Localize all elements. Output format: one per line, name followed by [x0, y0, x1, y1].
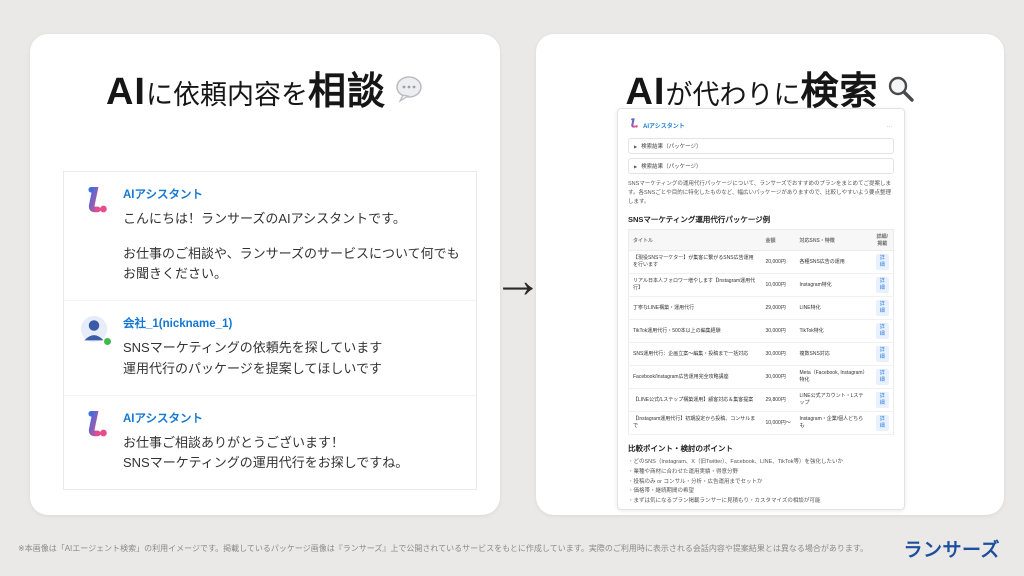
col-detail: 詳細/掲載: [872, 230, 894, 251]
message-text: こんにちは！ランサーズのAIアシスタントです。: [123, 209, 460, 229]
bullet-item: まずは気になるプラン掲載ランサーに見積もり・カスタマイズの相談が可能: [628, 497, 894, 507]
pkg-price: 10,000円～: [762, 412, 796, 435]
pkg-title: SNS運用代行：企画立案～編集・投稿まで一括対応: [629, 343, 762, 366]
pkg-title: Facebook/Instagram広告運用完全攻略講座: [629, 366, 762, 389]
pkg-price: 29,000円: [762, 297, 796, 320]
table-row: リアル日本人フォロワー増やします【Instagram運用代行】 10,000円 …: [629, 274, 894, 297]
pkg-title: TikTok運用代行・500本以上の編集経験: [629, 320, 762, 343]
compare-bullet-list: どのSNS（Instagram、X（旧Twitter）、Facebook、LIN…: [628, 458, 894, 506]
detail-link[interactable]: 詳細: [876, 277, 890, 293]
package-table: タイトル 金額 対応SNS・特徴 詳細/掲載 【現役SNSマーケター】が集客に繋…: [628, 229, 894, 435]
chat-message-assistant-1: AIアシスタント こんにちは！ランサーズのAIアシスタントです。 お仕事のご相談…: [64, 172, 476, 300]
bullet-item: 価格帯・継続期間の希望: [628, 487, 894, 497]
consult-panel: AIに依頼内容を相談 AIアシスタント こんにちは！ランサーズのAIアシスタント…: [30, 34, 500, 515]
col-price: 金額: [762, 230, 796, 251]
table-row: 丁寧なLINE構築・運用代行 29,000円 LINE特化 詳細: [629, 297, 894, 320]
table-row: TikTok運用代行・500本以上の編集経験 30,000円 TikTok特化 …: [629, 320, 894, 343]
table-row: 【現役SNSマーケター】が集客に繋がるSNS広告運用を行います 20,000円 …: [629, 251, 894, 274]
pkg-feature: LINE公式アカウント・Lステップ: [796, 389, 872, 412]
pkg-title: 丁寧なLINE構築・運用代行: [629, 297, 762, 320]
pkg-price: 29,800円: [762, 389, 796, 412]
detail-link[interactable]: 詳細: [876, 415, 890, 431]
consult-panel-title: AIに依頼内容を相談: [30, 60, 500, 115]
title-verb: 相談: [308, 60, 386, 115]
detail-link[interactable]: 詳細: [876, 369, 890, 385]
detail-link[interactable]: 詳細: [876, 254, 890, 270]
col-feature: 対応SNS・特徴: [796, 230, 872, 251]
col-title: タイトル: [629, 230, 762, 251]
title-ai: AI: [106, 71, 146, 114]
pkg-feature: LINE特化: [796, 297, 872, 320]
bullet-item: 投稿のみ or コンサル・分析・広告運用までセットか: [628, 478, 894, 488]
bullet-item: 業種や商材に合わせた運用実績・得意分野: [628, 468, 894, 478]
online-status-dot: [103, 337, 112, 346]
pkg-feature: Instagram・企業/個人どちらも: [796, 412, 872, 435]
lancers-logo-avatar: [628, 116, 639, 134]
detail-link[interactable]: 詳細: [876, 346, 890, 362]
message-text: お仕事のご相談や、ランサーズのサービスについて何でもお聞きください。: [123, 244, 460, 284]
search-panel-title: AIが代わりに検索: [536, 60, 1004, 115]
assistant-name: AIアシスタント: [643, 121, 685, 130]
pkg-feature: Meta（Facebook, Instagram）特化: [796, 366, 872, 389]
sender-name: AIアシスタント: [123, 410, 408, 426]
sender-name: AIアシスタント: [123, 186, 460, 202]
lancers-logo-avatar: [80, 186, 110, 216]
title-mid: が代わりに: [665, 73, 800, 112]
expand-icon: ▶: [634, 144, 637, 149]
pkg-price: 20,000円: [762, 251, 796, 274]
speech-balloon-icon: [394, 75, 424, 108]
table-row: 【LINE公式/Lステップ構築運用】顧客対応＆集客提案 29,800円 LINE…: [629, 389, 894, 412]
pkg-price: 30,000円: [762, 366, 796, 389]
expand-icon: ▶: [634, 164, 637, 169]
pkg-title: 【Instagram運用代行】初期設定から投稿、コンサルまで: [629, 412, 762, 435]
search-icon: [887, 75, 915, 108]
pkg-price: 30,000円: [762, 320, 796, 343]
pkg-price: 10,000円: [762, 274, 796, 297]
table-row: Facebook/Instagram広告運用完全攻略講座 30,000円 Met…: [629, 366, 894, 389]
accordion-label: 検索結果（パッケージ）: [641, 142, 701, 150]
pkg-price: 30,000円: [762, 343, 796, 366]
compare-title: 比較ポイント・検討のポイント: [628, 443, 894, 454]
user-avatar: [80, 315, 110, 345]
pkg-feature: 複数SNS対応: [796, 343, 872, 366]
pkg-feature: 各種SNS広告の運用: [796, 251, 872, 274]
sender-name: 会社_1(nickname_1): [123, 315, 382, 331]
chat-message-user: 会社_1(nickname_1) SNSマーケティングの依頼先を探しています 運…: [64, 300, 476, 394]
more-menu-icon[interactable]: …: [886, 122, 894, 129]
pkg-feature: Instagram特化: [796, 274, 872, 297]
chat-transcript: AIアシスタント こんにちは！ランサーズのAIアシスタントです。 お仕事のご相談…: [63, 171, 477, 490]
search-result-screenshot: AIアシスタント … ▶ 検索結果（パッケージ） ▶ 検索結果（パッケージ） S…: [617, 108, 905, 510]
detail-link[interactable]: 詳細: [876, 392, 890, 408]
message-text: SNSマーケティングの依頼先を探しています: [123, 338, 382, 358]
message-text: SNSマーケティングの運用代行をお探しですね。: [123, 453, 408, 473]
accordion-label: 検索結果（パッケージ）: [641, 162, 701, 170]
lancers-logo-avatar: [80, 410, 110, 440]
table-header-row: タイトル 金額 対応SNS・特徴 詳細/掲載: [629, 230, 894, 251]
search-result-accordion-2[interactable]: ▶ 検索結果（パッケージ）: [628, 158, 894, 174]
title-verb: 検索: [800, 60, 878, 115]
detail-link[interactable]: 詳細: [876, 323, 890, 339]
table-title: SNSマーケティング運用代行パッケージ例: [628, 214, 894, 225]
bullet-item: どのSNS（Instagram、X（旧Twitter）、Facebook、LIN…: [628, 458, 894, 468]
lancers-wordmark: ランサーズ: [903, 535, 1000, 562]
pkg-title: リアル日本人フォロワー増やします【Instagram運用代行】: [629, 274, 762, 297]
intro-paragraph: SNSマーケティングの運用代行パッケージについて、ランサーズでおすすめのプランを…: [628, 180, 894, 206]
table-row: 【Instagram運用代行】初期設定から投稿、コンサルまで 10,000円～ …: [629, 412, 894, 435]
message-text: お仕事ご相談ありがとうございます！: [123, 433, 408, 453]
title-mid: に依頼内容を: [146, 73, 308, 112]
message-text: 運用代行のパッケージを提案してほしいです: [123, 359, 382, 379]
pkg-feature: TikTok特化: [796, 320, 872, 343]
search-result-accordion-1[interactable]: ▶ 検索結果（パッケージ）: [628, 138, 894, 154]
pkg-title: 【現役SNSマーケター】が集客に繋がるSNS広告運用を行います: [629, 251, 762, 274]
disclaimer-text: ※本画像は「AIエージェント検索」の利用イメージです。掲載しているパッケージ画像…: [18, 543, 868, 554]
search-panel: AIが代わりに検索 AIアシスタント … ▶ 検索結果（パッケージ） ▶ 検索結…: [536, 34, 1004, 515]
shot-header: AIアシスタント …: [628, 116, 894, 134]
chat-message-assistant-2: AIアシスタント お仕事ご相談ありがとうございます！ SNSマーケティングの運用…: [64, 395, 476, 489]
table-row: SNS運用代行：企画立案～編集・投稿まで一括対応 30,000円 複数SNS対応…: [629, 343, 894, 366]
detail-link[interactable]: 詳細: [876, 300, 890, 316]
pkg-title: 【LINE公式/Lステップ構築運用】顧客対応＆集客提案: [629, 389, 762, 412]
